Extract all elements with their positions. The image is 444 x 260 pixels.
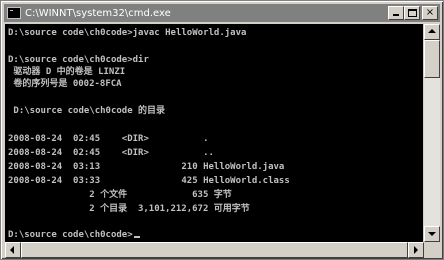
window-controls: × [388, 6, 438, 20]
console-line: 驱动器 D 中的卷是 LINZI [8, 67, 126, 77]
console-icon [7, 7, 21, 19]
console-line: D:\source code\ch0code>dir [8, 55, 149, 65]
console-line: 2008-08-24 03:33 425 HelloWorld.class [8, 176, 290, 186]
minimize-button[interactable] [388, 6, 404, 20]
console-line: 2008-08-24 02:45 <DIR> . [8, 134, 209, 144]
arrow-right-icon [414, 246, 418, 254]
maximize-button[interactable] [404, 6, 420, 20]
scroll-right-button[interactable] [408, 242, 424, 258]
console-prompt-line: D:\source code\ch0code> [8, 230, 140, 241]
scroll-up-button[interactable] [424, 24, 440, 40]
command-prompt-window: C:\WINNT\system32\cmd.exe × D:\source co… [0, 0, 444, 260]
maximize-icon [408, 9, 417, 17]
horizontal-scrollbar[interactable] [5, 242, 424, 258]
vertical-scrollbar[interactable] [424, 24, 440, 242]
arrow-left-icon [10, 246, 14, 254]
title-bar[interactable]: C:\WINNT\system32\cmd.exe × [4, 4, 440, 22]
minimize-icon [393, 14, 399, 16]
window-title: C:\WINNT\system32\cmd.exe [25, 7, 171, 19]
console-line: 2 个文件 635 字节 [8, 190, 232, 200]
arrow-up-icon [428, 29, 436, 33]
console-line: D:\source code\ch0code 的目录 [8, 106, 166, 116]
scrollbar-corner [424, 242, 440, 258]
horizontal-scroll-thumb[interactable] [21, 242, 408, 258]
vertical-scroll-thumb[interactable] [424, 40, 440, 78]
console-line: D:\source code\ch0code>javac HelloWorld.… [8, 28, 247, 38]
scroll-down-button[interactable] [424, 226, 440, 242]
console-line: 2008-08-24 03:13 210 HelloWorld.java [8, 162, 285, 172]
text-cursor [133, 236, 140, 238]
arrow-down-icon [428, 232, 436, 236]
console-output[interactable]: D:\source code\ch0code>javac HelloWorld.… [5, 24, 423, 242]
console-line: 2008-08-24 02:45 <DIR> .. [8, 148, 214, 158]
scroll-left-button[interactable] [5, 242, 21, 258]
console-line: 卷的序列号是 0002-8FCA [8, 79, 122, 89]
close-icon: × [425, 7, 435, 18]
console-line: 2 个目录 3,101,212,672 可用字节 [8, 204, 250, 214]
console-prompt: D:\source code\ch0code> [8, 230, 133, 240]
close-button[interactable]: × [422, 6, 438, 20]
